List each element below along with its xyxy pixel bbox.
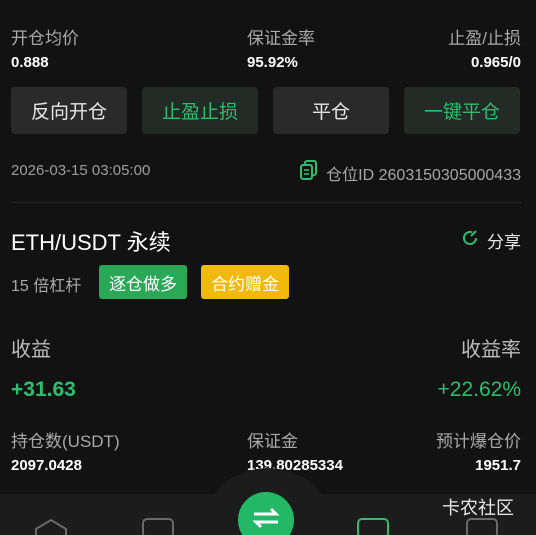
margin-rate-value: 95.92% bbox=[247, 54, 298, 71]
position-id[interactable]: 仓位ID 2603150305000433 bbox=[300, 160, 521, 185]
share-icon bbox=[461, 229, 479, 252]
tp-sl-button[interactable]: 止盈止损 bbox=[142, 87, 258, 134]
size-value: 2097.0428 bbox=[11, 457, 82, 474]
open-price-label: 开仓均价 bbox=[11, 29, 79, 48]
close-position-button[interactable]: 平仓 bbox=[273, 87, 389, 134]
tp-sl-label: 止盈/止损 bbox=[448, 29, 521, 48]
margin-label: 保证金 bbox=[247, 432, 298, 451]
mode-tag: 逐仓做多 bbox=[99, 265, 187, 299]
pnl-value: +31.63 bbox=[11, 378, 76, 401]
assets-icon[interactable] bbox=[466, 518, 498, 535]
liq-price-value: 1951.7 bbox=[475, 457, 521, 474]
roi-value: +22.62% bbox=[437, 378, 522, 401]
position-id-text: 仓位ID 2603150305000433 bbox=[326, 166, 521, 184]
watermark: 卡农社区 bbox=[442, 498, 514, 518]
copy-icon[interactable] bbox=[300, 160, 318, 185]
share-button[interactable]: 分享 bbox=[461, 228, 521, 253]
open-price-value: 0.888 bbox=[11, 54, 49, 71]
liq-price-label: 预计爆仓价 bbox=[436, 432, 521, 451]
margin-rate-label: 保证金率 bbox=[247, 29, 315, 48]
orders-icon[interactable] bbox=[357, 518, 389, 535]
tp-sl-value: 0.965/0 bbox=[470, 54, 521, 71]
roi-label: 收益率 bbox=[461, 339, 521, 361]
reverse-open-button[interactable]: 反向开仓 bbox=[11, 87, 127, 134]
bonus-tag: 合约赠金 bbox=[201, 265, 289, 299]
divider bbox=[11, 202, 521, 203]
leverage-label: 15 倍杠杆 bbox=[11, 278, 82, 295]
home-icon[interactable] bbox=[34, 518, 68, 535]
pair-title: ETH/USDT 永续 bbox=[11, 230, 171, 255]
pnl-label: 收益 bbox=[11, 339, 51, 361]
size-label: 持仓数(USDT) bbox=[11, 432, 120, 451]
position-datetime: 2026-03-15 03:05:00 bbox=[11, 162, 151, 179]
close-all-button[interactable]: 一键平仓 bbox=[404, 87, 520, 134]
swap-icon bbox=[252, 507, 280, 534]
share-label: 分享 bbox=[487, 233, 521, 252]
market-icon[interactable] bbox=[142, 518, 174, 535]
